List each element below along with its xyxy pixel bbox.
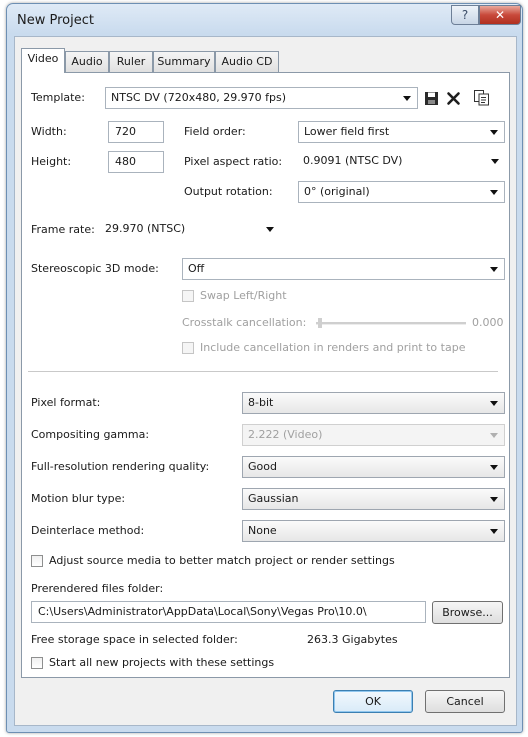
cancel-button[interactable]: Cancel xyxy=(425,690,505,713)
video-settings-panel: Template: NTSC DV (720x480, 29.970 fps) xyxy=(21,72,510,678)
new-project-dialog: New Project ? ✕ Video Audio Ruler Summar… xyxy=(6,3,523,733)
close-button[interactable]: ✕ xyxy=(479,5,521,25)
pixel-aspect-select[interactable]: 0.9091 (NTSC DV) xyxy=(298,151,505,173)
deinterlace-value: None xyxy=(248,524,277,537)
swap-label: Swap Left/Right xyxy=(200,289,287,302)
tab-video[interactable]: Video xyxy=(21,48,65,73)
field-order-select[interactable]: Lower field first xyxy=(298,121,505,143)
width-label: Width: xyxy=(31,125,67,138)
deinterlace-label: Deinterlace method: xyxy=(31,524,145,537)
pixel-aspect-label: Pixel aspect ratio: xyxy=(184,155,283,168)
crosstalk-slider-thumb[interactable] xyxy=(318,318,322,328)
crosstalk-label: Crosstalk cancellation: xyxy=(182,316,307,329)
pixel-format-select[interactable]: 8-bit xyxy=(242,392,505,414)
chevron-down-icon xyxy=(490,267,498,272)
chevron-down-icon xyxy=(490,433,498,438)
chevron-down-icon xyxy=(490,190,498,195)
frame-rate-select[interactable]: 29.970 (NTSC) xyxy=(100,219,280,241)
free-space-label: Free storage space in selected folder: xyxy=(31,633,238,646)
delete-icon xyxy=(446,91,460,105)
chevron-down-icon xyxy=(490,401,498,406)
height-label: Height: xyxy=(31,155,72,168)
pixel-aspect-value: 0.9091 (NTSC DV) xyxy=(303,154,403,167)
stereo-label: Stereoscopic 3D mode: xyxy=(31,262,159,275)
include-cancellation-label: Include cancellation in renders and prin… xyxy=(200,341,466,354)
stereo-mode-select[interactable]: Off xyxy=(182,258,505,280)
render-quality-value: Good xyxy=(248,460,277,473)
swap-checkbox[interactable] xyxy=(182,290,194,302)
help-button[interactable]: ? xyxy=(451,5,479,25)
adjust-source-label: Adjust source media to better match proj… xyxy=(49,554,395,567)
match-media-button[interactable] xyxy=(472,88,490,106)
dialog-body: Video Audio Ruler Summary Audio CD Templ… xyxy=(14,36,517,726)
crosstalk-value: 0.000 xyxy=(472,316,504,329)
prerender-label: Prerendered files folder: xyxy=(31,582,164,595)
deinterlace-select[interactable]: None xyxy=(242,520,505,542)
gamma-label: Compositing gamma: xyxy=(31,428,150,441)
chevron-down-icon xyxy=(490,130,498,135)
pixel-format-value: 8-bit xyxy=(248,396,274,409)
motion-blur-label: Motion blur type: xyxy=(31,492,126,505)
tab-audio-cd[interactable]: Audio CD xyxy=(215,51,279,72)
pixel-format-label: Pixel format: xyxy=(31,396,101,409)
template-value: NTSC DV (720x480, 29.970 fps) xyxy=(111,91,287,104)
gamma-value: 2.222 (Video) xyxy=(248,428,323,441)
motion-blur-select[interactable]: Gaussian xyxy=(242,488,505,510)
save-icon xyxy=(424,91,438,105)
chevron-down-icon xyxy=(490,497,498,502)
template-select[interactable]: NTSC DV (720x480, 29.970 fps) xyxy=(105,87,418,109)
output-rotation-select[interactable]: 0° (original) xyxy=(298,181,505,203)
chevron-down-icon xyxy=(491,159,499,164)
dialog-title: New Project xyxy=(17,13,94,28)
tab-audio[interactable]: Audio xyxy=(65,51,109,72)
gamma-select[interactable]: 2.222 (Video) xyxy=(242,424,505,446)
motion-blur-value: Gaussian xyxy=(248,492,299,505)
start-all-label: Start all new projects with these settin… xyxy=(49,656,275,669)
title-bar[interactable]: New Project ? ✕ xyxy=(7,4,522,36)
field-order-label: Field order: xyxy=(184,125,246,138)
copy-icon xyxy=(473,89,489,105)
include-cancellation-checkbox[interactable] xyxy=(182,342,194,354)
chevron-down-icon xyxy=(403,96,411,101)
ok-button[interactable]: OK xyxy=(333,690,413,713)
chevron-down-icon xyxy=(490,529,498,534)
free-space-value: 263.3 Gigabytes xyxy=(307,633,398,646)
start-all-checkbox[interactable] xyxy=(31,657,43,669)
section-divider xyxy=(28,371,498,373)
output-rotation-value: 0° (original) xyxy=(304,185,370,198)
adjust-source-checkbox[interactable] xyxy=(31,555,43,567)
height-input[interactable]: 480 xyxy=(108,151,164,173)
tab-ruler[interactable]: Ruler xyxy=(109,51,153,72)
chevron-down-icon xyxy=(266,227,274,232)
chevron-down-icon xyxy=(490,465,498,470)
render-quality-select[interactable]: Good xyxy=(242,456,505,478)
browse-button[interactable]: Browse... xyxy=(432,601,503,624)
width-input[interactable]: 720 xyxy=(108,121,164,143)
prerender-path-input[interactable]: C:\Users\Administrator\AppData\Local\Son… xyxy=(31,601,426,623)
field-order-value: Lower field first xyxy=(304,125,390,138)
tab-summary[interactable]: Summary xyxy=(153,51,215,72)
save-template-button[interactable] xyxy=(422,89,440,107)
frame-rate-value: 29.970 (NTSC) xyxy=(105,222,186,235)
delete-template-button[interactable] xyxy=(444,89,462,107)
stereo-mode-value: Off xyxy=(188,262,205,275)
render-quality-label: Full-resolution rendering quality: xyxy=(31,460,210,473)
output-rotation-label: Output rotation: xyxy=(184,185,273,198)
crosstalk-slider-track[interactable] xyxy=(316,322,466,325)
template-label: Template: xyxy=(31,91,85,104)
frame-rate-label: Frame rate: xyxy=(31,223,95,236)
